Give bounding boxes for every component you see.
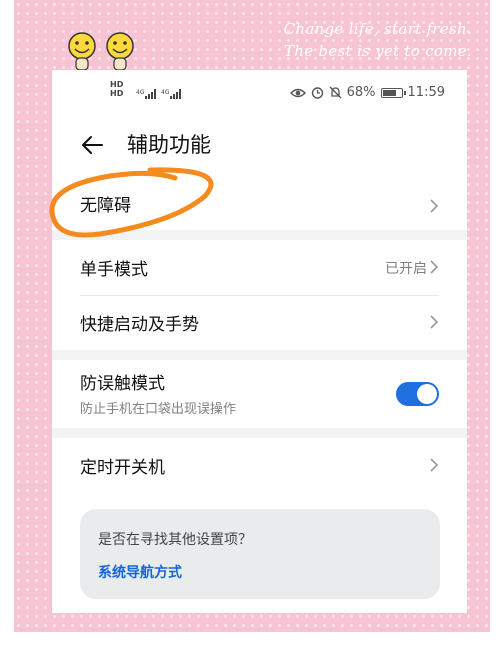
orange-circle-annotation bbox=[49, 167, 214, 238]
